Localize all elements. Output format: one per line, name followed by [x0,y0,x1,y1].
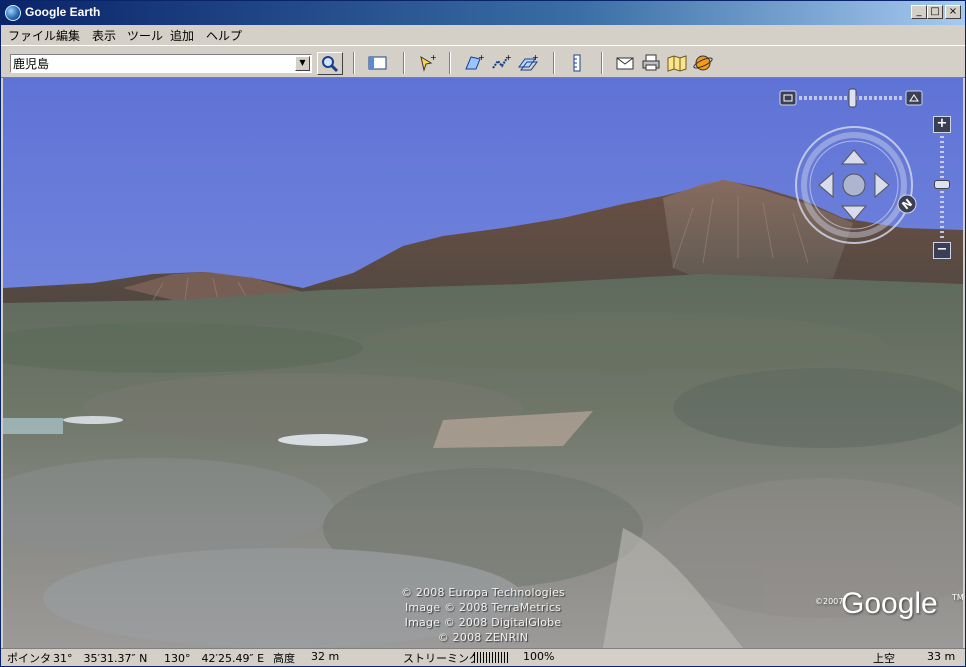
title-bar[interactable]: Google Earth _ □ × [1,1,965,25]
search-input[interactable] [13,56,293,71]
eye-altitude-label: 上空 [873,652,895,665]
svg-text:+: + [532,53,539,62]
sidebar-toggle-button[interactable] [367,53,389,73]
google-earth-window: Google Earth _ □ × ファイル 編集 表示 ツール 追加 ヘルプ… [0,0,966,667]
toolbar-separator [449,52,451,74]
menu-help[interactable]: ヘルプ [204,27,244,44]
zoom-thumb[interactable] [934,180,950,189]
sky-icon [693,55,713,71]
eye-altitude-value: 33 m [927,650,956,663]
logo-wordmark: Google [841,587,938,620]
menu-file[interactable]: ファイル [6,27,58,44]
maximize-button[interactable]: □ [927,5,943,19]
toolbar-separator [601,52,603,74]
attribution-line: Image © 2008 TerraMetrics [404,601,562,614]
earth-3d-view[interactable]: N + − © 2008 Europa Technologies Image ©… [3,78,963,648]
streaming-label: ストリーミング [403,652,480,665]
placemark-icon: + [420,53,437,72]
menu-bar: ファイル 編集 表示 ツール 追加 ヘルプ [1,25,965,45]
close-button[interactable]: × [945,5,961,19]
window-title: Google Earth [25,5,101,19]
minimize-button[interactable]: _ [911,5,927,19]
pointer-label: ポインタ [7,652,51,665]
google-maps-button[interactable] [666,53,688,73]
add-placemark-button[interactable]: + [415,53,437,73]
svg-text:+: + [505,53,512,62]
sky-button[interactable] [692,53,714,73]
polygon-icon: + [465,53,485,70]
attribution-line: © 2008 Europa Technologies [400,586,565,599]
zoom-in-button[interactable]: + [933,116,951,133]
pointer-longitude: 130° 42′25.49″ E [164,652,265,665]
tilt-slider[interactable] [779,88,923,108]
sidebar-toggle-icon [368,56,387,70]
add-image-overlay-button[interactable]: + [517,53,539,73]
imagery-attribution: © 2008 Europa Technologies Image © 2008 … [383,585,583,645]
toolbar-separator [553,52,555,74]
logo-copyright: ©2007 [815,597,844,606]
elevation-value: 32 m [311,650,340,663]
print-icon [642,54,660,71]
attribution-line: © 2008 ZENRIN [437,631,529,644]
toolbar-separator [353,52,355,74]
ruler-button[interactable] [567,53,589,73]
google-earth-app-icon [5,5,21,21]
search-combobox[interactable]: ▼ [10,54,312,73]
zoom-slider[interactable]: + − [933,116,951,262]
menu-edit[interactable]: 編集 [54,27,82,44]
image-overlay-icon: + [518,53,539,71]
svg-text:+: + [478,53,485,62]
print-button[interactable] [640,53,662,73]
add-polygon-button[interactable]: + [463,53,485,73]
svg-text:+: + [430,53,437,62]
pointer-latitude: 31° 35′31.37″ N [53,652,148,665]
zoom-out-button[interactable]: − [933,242,951,259]
ruler-icon [573,54,581,72]
chevron-down-icon[interactable]: ▼ [295,56,310,71]
add-path-button[interactable]: + [490,53,512,73]
elevation-label: 高度 [273,652,295,665]
menu-view[interactable]: 表示 [90,27,118,44]
search-icon [322,56,339,73]
streaming-progress-bar [474,652,510,663]
status-bar: ポインタ 31° 35′31.37″ N 130° 42′25.49″ E 高度… [1,648,965,666]
toolbar-separator [403,52,405,74]
navigation-controls: N [779,88,923,244]
email-icon [616,57,634,70]
path-icon: + [492,53,512,69]
menu-add[interactable]: 追加 [168,27,196,44]
pan-arrows[interactable] [818,149,890,221]
toolbar: ▼ + + [1,45,965,78]
logo-tm: TM [952,593,963,602]
attribution-line: Image © 2008 DigitalGlobe [404,616,562,629]
google-maps-icon [667,55,687,72]
email-button[interactable] [614,53,636,73]
menu-tools[interactable]: ツール [125,27,165,44]
search-button[interactable] [317,52,343,75]
streaming-percent: 100% [523,650,555,663]
